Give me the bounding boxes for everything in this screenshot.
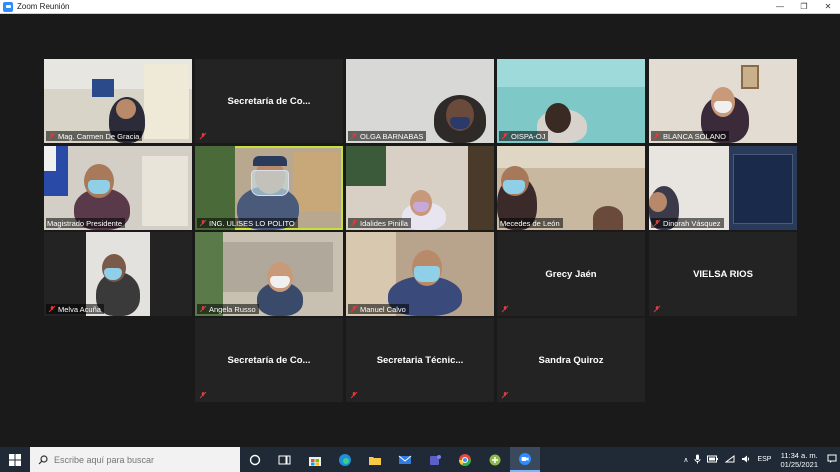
clock-date: 01/25/2021 [780, 459, 818, 469]
participant-name-label: OLGA BARNABAS [348, 131, 427, 141]
edge-browser-icon[interactable] [330, 447, 360, 472]
participant-name-label: Manuel Calvo [348, 304, 409, 314]
microphone-muted-icon [349, 390, 358, 399]
minimize-button[interactable]: — [768, 0, 792, 14]
participant-name: Grecy Jaén [545, 268, 597, 280]
title-bar: Zoom Reunión — ❐ ✕ [0, 0, 840, 14]
microphone-muted-icon [349, 305, 358, 314]
microphone-muted-icon [198, 305, 207, 314]
taskbar-search-box[interactable] [30, 447, 240, 472]
teams-icon[interactable] [420, 447, 450, 472]
language-indicator[interactable]: ESP [754, 456, 774, 463]
microphone-muted-icon [652, 132, 661, 141]
microphone-muted-icon [47, 305, 56, 314]
participant-tile[interactable]: Manuel Calvo [346, 232, 494, 316]
participant-name-label: Mag. Carmen De Gracia [46, 131, 143, 141]
participant-name-label: Melva Acuña [46, 304, 104, 314]
participant-tile[interactable]: Mecedes de León [497, 146, 645, 230]
microphone-muted-icon [198, 219, 207, 228]
chrome-icon[interactable] [450, 447, 480, 472]
microphone-muted-icon [500, 304, 509, 313]
microphone-muted-icon [652, 304, 661, 313]
microphone-icon[interactable] [691, 454, 704, 466]
participant-tile[interactable]: VIELSA RIOS [649, 232, 797, 316]
participant-tile[interactable]: OLGA BARNABAS [346, 59, 494, 143]
participant-name: Secretaria Técnic... [376, 354, 464, 366]
participant-tile[interactable]: Idalides Pinilla [346, 146, 494, 230]
participant-name-label: Magistrado Presidente [46, 218, 126, 228]
participant-tile[interactable]: Dinorah Vásquez [649, 146, 797, 230]
window-title: Zoom Reunión [17, 2, 70, 11]
participant-tile-active-speaker[interactable]: ING. ULISES LO POLITO [195, 146, 343, 230]
participant-name: Secretaría de Co... [227, 95, 311, 107]
network-icon[interactable] [722, 454, 738, 465]
search-input[interactable] [54, 454, 224, 465]
microphone-muted-icon [652, 219, 661, 228]
participant-tile[interactable]: Magistrado Presidente [44, 146, 192, 230]
file-explorer-icon[interactable] [360, 447, 390, 472]
participant-name-label: OISPA-OJ [499, 131, 549, 141]
start-button[interactable] [0, 447, 30, 472]
participant-tile[interactable]: OISPA-OJ [497, 59, 645, 143]
microphone-muted-icon [198, 390, 207, 399]
participant-tile[interactable]: Mag. Carmen De Gracia [44, 59, 192, 143]
microsoft-store-icon[interactable] [300, 447, 330, 472]
search-icon [38, 454, 48, 464]
participant-name: Secretaría de Co... [227, 354, 311, 366]
restore-button[interactable]: ❐ [792, 0, 816, 14]
participant-name: VIELSA RIOS [693, 268, 753, 280]
participant-name-label: Idalides Pinilla [348, 218, 411, 228]
participant-tile[interactable]: Secretaría de Co... [195, 318, 343, 402]
microphone-muted-icon [47, 132, 56, 141]
participant-name-label: Dinorah Vásquez [651, 218, 724, 228]
gallery-view: Mag. Carmen De Gracia Secretaría de Co..… [0, 14, 840, 447]
participant-tile[interactable]: Angela Russo [195, 232, 343, 316]
task-view-icon[interactable] [270, 447, 300, 472]
zoom-taskbar-icon[interactable] [510, 447, 540, 472]
windows-taskbar: ∧ ESP 11:34 a. m. 01/25/2021 [0, 447, 840, 472]
window-controls: — ❐ ✕ [768, 0, 840, 14]
system-tray: ∧ ESP 11:34 a. m. 01/25/2021 [680, 447, 840, 472]
show-hidden-icons-icon[interactable]: ∧ [680, 456, 691, 464]
close-button[interactable]: ✕ [816, 0, 840, 14]
participant-name: Sandra Quiroz [538, 354, 604, 366]
microphone-muted-icon [349, 219, 358, 228]
microphone-muted-icon [500, 390, 509, 399]
participant-tile[interactable]: Sandra Quiroz [497, 318, 645, 402]
tool-app-icon[interactable] [480, 447, 510, 472]
participant-tile[interactable]: Secretaría de Co... [195, 59, 343, 143]
participant-tile[interactable]: Secretaria Técnic... [346, 318, 494, 402]
participant-name-label: Mecedes de León [499, 218, 563, 228]
microphone-muted-icon [198, 131, 207, 140]
windows-logo-icon [9, 453, 21, 466]
notifications-icon[interactable] [824, 454, 840, 466]
zoom-app-icon [3, 1, 13, 12]
participant-name-label: ING. ULISES LO POLITO [197, 218, 298, 228]
clock-time: 11:34 a. m. [780, 450, 818, 460]
participant-tile[interactable]: Grecy Jaén [497, 232, 645, 316]
participant-name-label: Angela Russo [197, 304, 259, 314]
cortana-icon[interactable] [240, 447, 270, 472]
clock[interactable]: 11:34 a. m. 01/25/2021 [774, 451, 824, 469]
participant-tile[interactable]: BLANCA SOLANO [649, 59, 797, 143]
participant-name-label: BLANCA SOLANO [651, 131, 729, 141]
battery-icon[interactable] [704, 455, 722, 465]
participant-tile[interactable]: Melva Acuña [44, 232, 192, 316]
microphone-muted-icon [349, 132, 358, 141]
mail-icon[interactable] [390, 447, 420, 472]
volume-icon[interactable] [738, 455, 754, 465]
microphone-muted-icon [500, 132, 509, 141]
